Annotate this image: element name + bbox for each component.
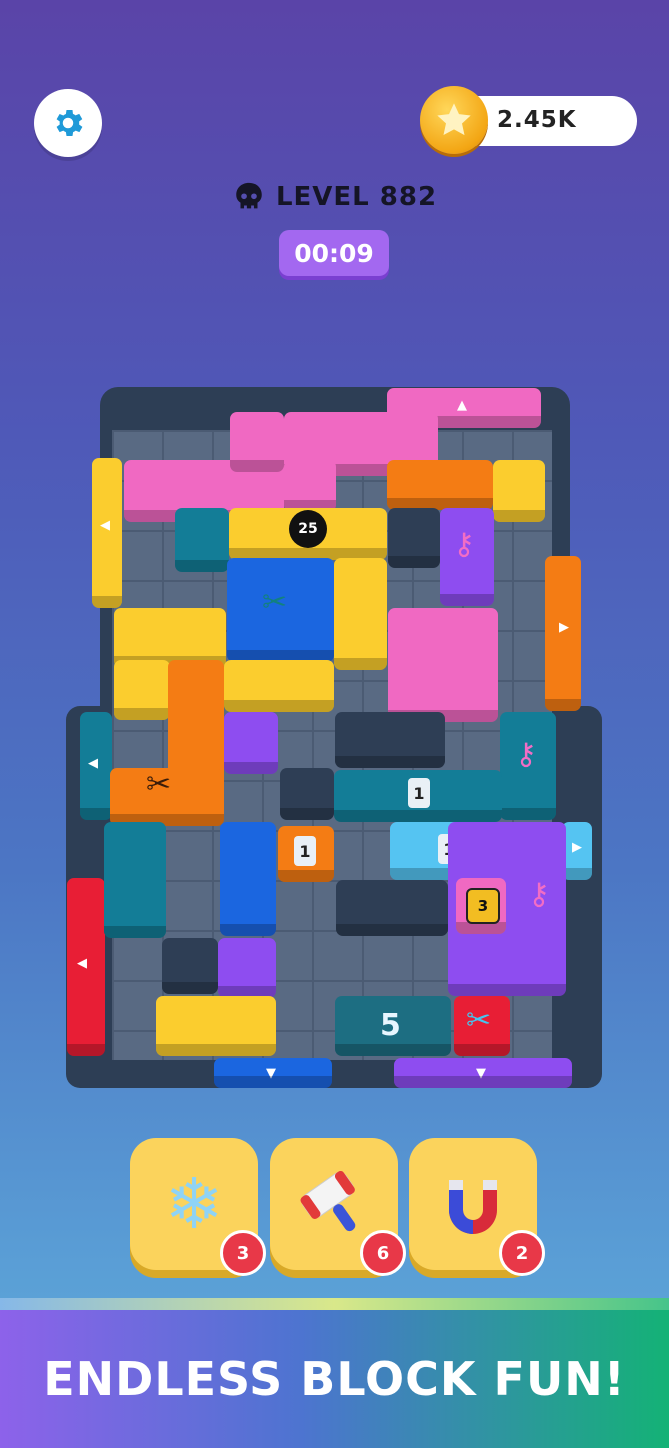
booster-magnet[interactable]: 2 (409, 1138, 545, 1276)
promo-banner: ENDLESS BLOCK FUN! (0, 1310, 669, 1448)
coin-count: 2.45K (497, 107, 577, 133)
banner-text: ENDLESS BLOCK FUN! (43, 1352, 626, 1406)
gear-icon (56, 109, 83, 137)
level-indicator: LEVEL 882 (0, 180, 669, 214)
booster-freeze[interactable]: ❄ 3 (130, 1138, 266, 1276)
board-floor (112, 430, 552, 1060)
booster-hammer[interactable]: 6 (270, 1138, 406, 1276)
timer: 00:09 (279, 230, 389, 276)
hammer-icon (300, 1170, 356, 1232)
star-coin-icon (420, 86, 488, 154)
settings-button[interactable] (34, 89, 102, 157)
freeze-count: 3 (220, 1230, 266, 1276)
magnet-icon (449, 1180, 497, 1234)
hammer-count: 6 (360, 1230, 406, 1276)
snowflake-icon: ❄ (164, 1163, 224, 1245)
banner-stripe (0, 1298, 669, 1310)
level-label: LEVEL 882 (275, 182, 438, 212)
magnet-count: 2 (499, 1230, 545, 1276)
skull-icon (236, 182, 262, 209)
